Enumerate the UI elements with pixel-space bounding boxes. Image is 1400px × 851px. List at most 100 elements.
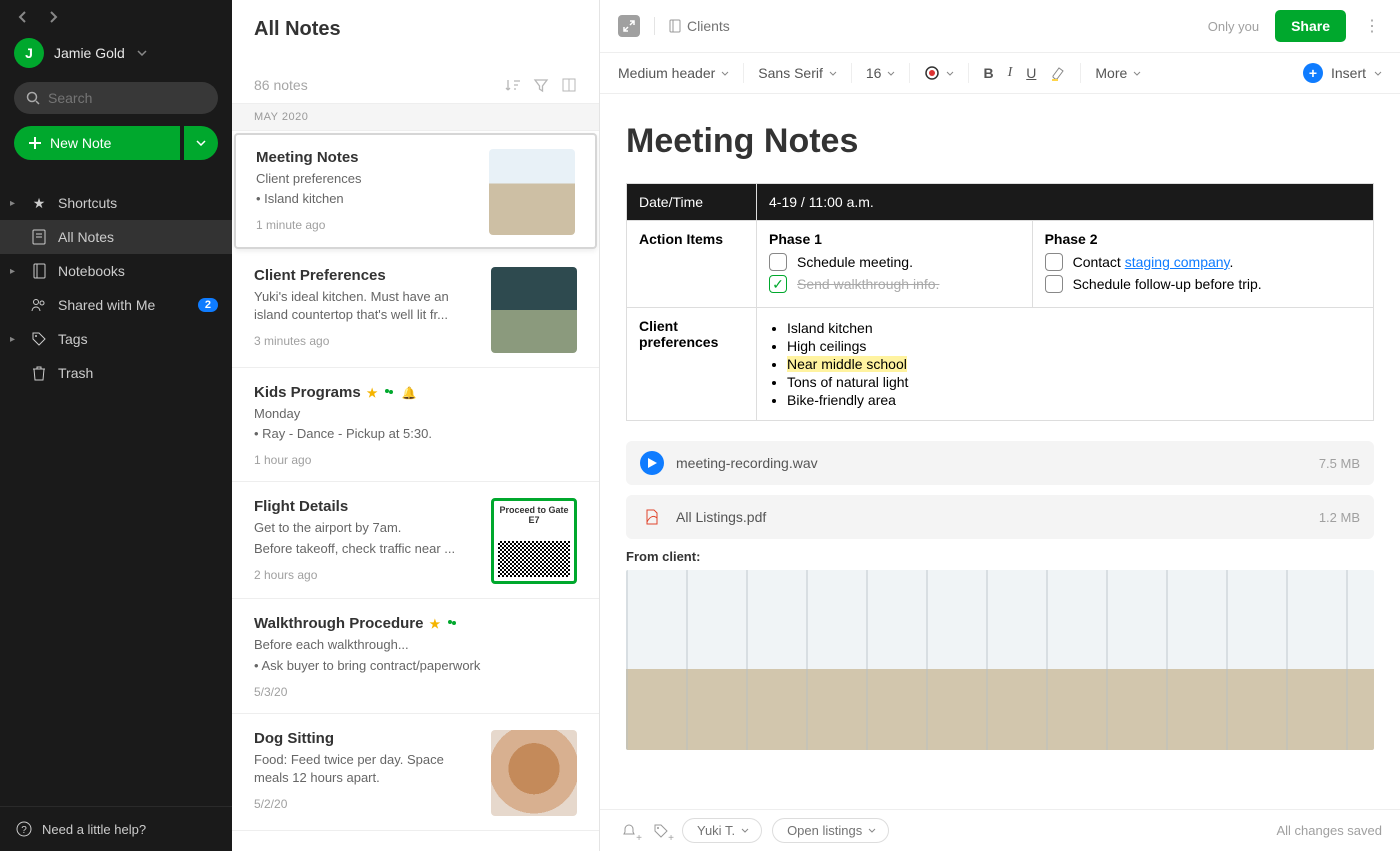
tag-icon	[30, 330, 48, 348]
tag-pill[interactable]: Open listings	[772, 818, 889, 843]
font-color-dropdown[interactable]	[924, 65, 954, 81]
note-snippet: Before each walkthrough...	[254, 636, 577, 654]
new-note-dropdown[interactable]	[184, 126, 218, 160]
note-time: 5/3/20	[254, 685, 577, 699]
note-card[interactable]: Walkthrough Procedure ★ Before each walk…	[232, 599, 599, 713]
note-snippet: • Ray - Dance - Pickup at 5:30.	[254, 425, 577, 443]
note-card[interactable]: Dog Sitting Food: Feed twice per day. Sp…	[232, 714, 599, 831]
editor-footer: + + Yuki T. Open listings All changes sa…	[600, 809, 1400, 851]
note-thumbnail	[491, 730, 577, 816]
nav-back-icon[interactable]	[14, 8, 32, 26]
editor-content[interactable]: Meeting Notes Date/Time 4-19 / 11:00 a.m…	[600, 94, 1400, 809]
checkbox-checked[interactable]: ✓	[769, 275, 787, 293]
table-cell[interactable]: Client preferences	[627, 308, 757, 421]
shared-icon	[383, 387, 395, 399]
from-client-label: From client:	[626, 549, 1374, 564]
search-icon	[26, 91, 40, 105]
search-field[interactable]	[48, 90, 206, 106]
checkbox[interactable]	[1045, 253, 1063, 271]
italic-button[interactable]: I	[1008, 65, 1013, 81]
note-snippet: Get to the airport by 7am.	[254, 519, 479, 537]
pdf-icon	[640, 505, 664, 529]
checkbox[interactable]	[1045, 275, 1063, 293]
note-card[interactable]: Client Preferences Yuki's ideal kitchen.…	[232, 251, 599, 368]
font-family-dropdown[interactable]: Sans Serif	[758, 65, 837, 81]
text-style-dropdown[interactable]: Medium header	[618, 65, 729, 81]
underline-button[interactable]: U	[1026, 65, 1036, 81]
bold-button[interactable]: B	[983, 65, 993, 81]
insert-dropdown[interactable]: + Insert	[1303, 63, 1382, 83]
notelist-title: All Notes	[254, 18, 577, 41]
note-time: 5/2/20	[254, 797, 479, 811]
expand-caret-icon: ▸	[10, 198, 20, 209]
checkbox[interactable]	[769, 253, 787, 271]
table-cell[interactable]: Island kitchen High ceilings Near middle…	[757, 308, 1374, 421]
help-link[interactable]: ? Need a little help?	[0, 806, 232, 851]
nav-all-notes[interactable]: All Notes	[0, 220, 232, 254]
note-card[interactable]: Kids Programs ★ 🔔 Monday • Ray - Dance -…	[232, 368, 599, 482]
nav-tags[interactable]: ▸ Tags	[0, 322, 232, 356]
play-icon[interactable]	[640, 451, 664, 475]
sort-icon[interactable]	[505, 77, 521, 93]
note-card[interactable]: Meeting Notes Client preferences • Islan…	[234, 133, 597, 249]
table-cell[interactable]: Action Items	[627, 221, 757, 308]
sidebar: J Jamie Gold New Note ▸ ★ Shortcuts All …	[0, 0, 232, 851]
staging-company-link[interactable]: staging company	[1125, 254, 1230, 270]
note-time: 1 minute ago	[256, 218, 477, 232]
nav-shared[interactable]: Shared with Me 2	[0, 288, 232, 322]
table-cell[interactable]: Phase 1 Schedule meeting. ✓Send walkthro…	[757, 221, 1033, 308]
more-actions-icon[interactable]: ⋮	[1362, 16, 1382, 36]
formatting-toolbar: Medium header Sans Serif 16 B I U More +…	[600, 53, 1400, 94]
font-size-dropdown[interactable]: 16	[866, 65, 896, 81]
tag-pill[interactable]: Yuki T.	[682, 818, 762, 843]
search-input[interactable]	[14, 82, 218, 114]
table-header[interactable]: Date/Time	[627, 184, 757, 221]
add-tag-icon[interactable]: +	[650, 820, 672, 842]
new-note-button[interactable]: New Note	[14, 126, 180, 160]
note-card[interactable]: Flight Details Get to the airport by 7am…	[232, 482, 599, 599]
document-title[interactable]: Meeting Notes	[626, 122, 1374, 161]
note-snippet: Food: Feed twice per day. Space meals 12…	[254, 751, 479, 787]
filter-icon[interactable]	[533, 77, 549, 93]
add-reminder-icon[interactable]: +	[618, 820, 640, 842]
meeting-table: Date/Time 4-19 / 11:00 a.m. Action Items…	[626, 183, 1374, 421]
share-status: Only you	[1208, 19, 1259, 34]
note-snippet: • Island kitchen	[256, 190, 477, 208]
attachment-audio[interactable]: meeting-recording.wav 7.5 MB	[626, 441, 1374, 485]
attachment-pdf[interactable]: All Listings.pdf 1.2 MB	[626, 495, 1374, 539]
shared-badge: 2	[198, 298, 218, 312]
expand-note-icon[interactable]	[618, 15, 640, 37]
note-snippet: Yuki's ideal kitchen. Must have an islan…	[254, 288, 479, 324]
breadcrumb-notebook[interactable]: Clients	[669, 18, 730, 34]
plus-circle-icon: +	[1303, 63, 1323, 83]
note-count: 86 notes	[254, 77, 308, 93]
user-avatar: J	[14, 38, 44, 68]
note-icon	[30, 228, 48, 246]
notebook-icon	[669, 19, 681, 33]
expand-caret-icon: ▸	[10, 266, 20, 277]
nav-notebooks[interactable]: ▸ Notebooks	[0, 254, 232, 288]
note-time: 3 minutes ago	[254, 334, 479, 348]
nav-shortcuts[interactable]: ▸ ★ Shortcuts	[0, 186, 232, 220]
attachment-name: All Listings.pdf	[676, 509, 766, 525]
note-title: Client Preferences	[254, 267, 479, 284]
view-toggle-icon[interactable]	[561, 77, 577, 93]
table-header[interactable]: 4-19 / 11:00 a.m.	[757, 184, 1374, 221]
attachment-name: meeting-recording.wav	[676, 455, 818, 471]
share-button[interactable]: Share	[1275, 10, 1346, 42]
highlight-button[interactable]	[1050, 65, 1066, 81]
user-menu[interactable]: J Jamie Gold	[14, 38, 218, 68]
client-photo[interactable]	[626, 570, 1374, 750]
trash-icon	[30, 364, 48, 382]
nav-forward-icon[interactable]	[44, 8, 62, 26]
more-formatting-dropdown[interactable]: More	[1095, 65, 1141, 81]
note-title: Kids Programs ★ 🔔	[254, 384, 577, 401]
table-cell[interactable]: Phase 2 Contact staging company. Schedul…	[1032, 221, 1373, 308]
nav-trash[interactable]: Trash	[0, 356, 232, 390]
breadcrumb-label: Clients	[687, 18, 730, 34]
nav-label: Shortcuts	[58, 195, 117, 211]
note-title: Flight Details	[254, 498, 479, 515]
note-snippet: Monday	[254, 405, 577, 423]
nav-label: All Notes	[58, 229, 114, 245]
expand-caret-icon: ▸	[10, 334, 20, 345]
